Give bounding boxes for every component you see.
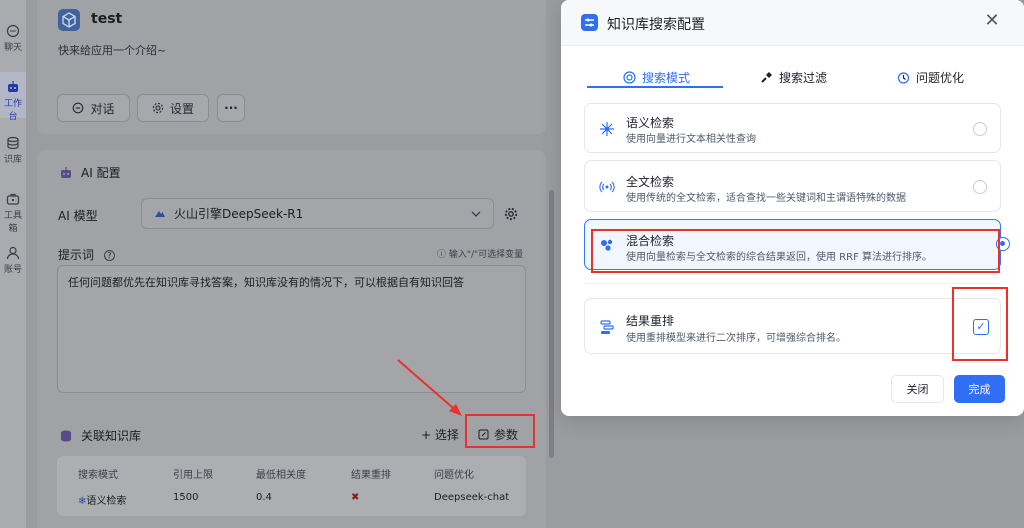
tab-question-optimize[interactable]: 问题优化 (897, 66, 964, 88)
modal-header: 知识库搜索配置 ✕ (561, 0, 1024, 46)
sidebar-item-label: 账号 (3, 265, 22, 275)
ai-config-title: AI 配置 (59, 164, 121, 181)
page-scrollbar[interactable] (549, 190, 554, 458)
modal-title: 知识库搜索配置 (607, 17, 705, 33)
ai-config-title-text: AI 配置 (81, 166, 121, 180)
option-fulltext-search[interactable]: 全文检索 使用传统的全文检索，适合查找一些关键词和主谓语特殊的数据 (584, 160, 1001, 212)
annotation-box-rerank (952, 287, 1008, 361)
radio-fulltext[interactable] (973, 180, 987, 194)
annotation-box-hybrid (591, 229, 1000, 273)
model-settings-gear-icon[interactable] (504, 207, 518, 221)
table-cell-min-score: 0.4 (256, 492, 272, 503)
model-select-value: 火山引擎DeepSeek-R1 (174, 207, 304, 221)
search-mode-icon (623, 70, 636, 84)
settings-button[interactable]: 设置 (137, 94, 209, 122)
radio-semantic[interactable] (973, 122, 987, 136)
tab-search-filter[interactable]: 搜索过滤 (760, 66, 827, 88)
gear-icon (152, 102, 164, 114)
sidebar-item-label: 聊天 (3, 43, 22, 53)
option-name: 结果重排 (626, 314, 675, 328)
filter-icon (761, 71, 772, 83)
sidebar-item-label: 识库 (3, 155, 22, 165)
option-rerank[interactable]: 结果重排 使用重排模型来进行二次排序，可增强综合排名。 ✓ (584, 298, 1001, 354)
chat-icon (73, 102, 84, 114)
robot-icon (8, 81, 18, 92)
option-description: 使用重排模型来进行二次排序，可增强综合排名。 (626, 333, 846, 344)
prompt-textarea[interactable]: 任何问题都优先在知识库寻找答案，知识库没有的情况下，可以根据自有知识回答 (57, 265, 526, 393)
database-icon (7, 136, 19, 150)
knowledge-table (57, 456, 526, 516)
sidebar-item-label: 工具箱 (3, 211, 22, 234)
user-icon (6, 246, 20, 260)
modal-divider (584, 283, 1001, 284)
select-knowledge-button[interactable]: + 选择 (421, 426, 459, 443)
semantic-icon (600, 122, 614, 136)
chat-icon (6, 24, 20, 38)
table-header: 搜索模式 (78, 470, 118, 481)
option-description: 使用向量进行文本相关性查询 (626, 134, 756, 145)
chevron-down-icon (471, 211, 481, 217)
more-icon: ··· (224, 101, 238, 115)
prompt-variable-hint: ⓘ 输入"/"可选择变量 (437, 250, 524, 260)
settings-sliders-icon (581, 14, 598, 31)
more-button[interactable]: ··· (217, 94, 245, 122)
timer-icon (897, 71, 910, 84)
table-cell-limit: 1500 (173, 492, 199, 503)
chat-button[interactable]: 对话 (57, 94, 130, 122)
settings-button-label: 设置 (169, 101, 194, 116)
table-cell-rerank: ✖ (351, 492, 360, 503)
close-icon[interactable]: ✕ (983, 12, 1001, 30)
model-select[interactable]: 火山引擎DeepSeek-R1 (141, 198, 494, 229)
sidebar-item-toolbox[interactable]: 工具箱 (0, 192, 26, 234)
robot-icon (61, 166, 71, 178)
active-tab-indicator (587, 86, 723, 88)
table-cell-mode-text: 语义检索 (86, 496, 127, 507)
rerank-icon (600, 320, 614, 334)
sidebar-item-knowledge[interactable]: 识库 (0, 136, 26, 165)
sidebar-item-workbench[interactable]: 工作台 (0, 80, 26, 122)
table-header: 问题优化 (434, 470, 474, 481)
tab-label: 搜索模式 (642, 70, 691, 85)
chat-button-label: 对话 (90, 101, 115, 116)
table-header: 结果重排 (351, 470, 391, 481)
done-button[interactable]: 完成 (954, 375, 1005, 403)
prompt-label: 提示词 ? (58, 246, 115, 263)
option-name: 语义检索 (626, 116, 675, 130)
fulltext-icon (599, 181, 615, 193)
tab-search-mode[interactable]: 搜索模式 (623, 66, 690, 88)
knowledge-base-title: 关联知识库 (59, 427, 141, 444)
table-header: 引用上限 (173, 470, 213, 481)
knowledge-base-title-text: 关联知识库 (81, 429, 142, 443)
prompt-label-text: 提示词 (58, 248, 95, 262)
tab-label: 问题优化 (916, 70, 965, 85)
option-semantic-search[interactable]: 语义检索 使用向量进行文本相关性查询 (584, 103, 1001, 153)
model-label: AI 模型 (58, 209, 98, 223)
tab-label: 搜索过滤 (779, 70, 828, 85)
close-button[interactable]: 关闭 (891, 375, 944, 403)
app-cube-icon (58, 9, 80, 31)
volcano-engine-icon (155, 210, 165, 217)
app-description[interactable]: 快来给应用一个介绍~ (58, 42, 166, 58)
sidebar-item-account[interactable]: 账号 (0, 246, 26, 275)
toolbox-icon (6, 193, 20, 205)
sidebar-item-label: 工作台 (3, 99, 22, 122)
help-icon[interactable]: ? (103, 250, 115, 261)
app-name: test (91, 11, 123, 27)
database-icon (61, 430, 71, 441)
annotation-box-params (465, 414, 535, 448)
table-cell-optimize: Deepseek-chat (434, 492, 510, 503)
sidebar-item-chat[interactable]: 聊天 (0, 24, 26, 53)
table-header: 最低相关度 (256, 470, 306, 481)
table-cell-mode: ❄语义检索 (78, 492, 126, 507)
option-name: 全文检索 (626, 175, 675, 189)
option-description: 使用传统的全文检索，适合查找一些关键词和主谓语特殊的数据 (626, 193, 906, 204)
prompt-variable-hint-text: 输入"/"可选择变量 (448, 250, 524, 260)
sidebar: 聊天 工作台 识库 工具箱 账号 (0, 0, 26, 528)
